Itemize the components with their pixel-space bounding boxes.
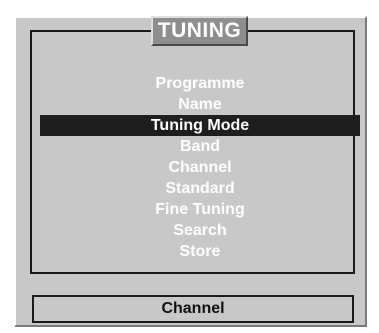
status-value: Channel [161,300,225,317]
menu-list: Programme Name Tuning Mode Band Channel … [40,73,360,262]
menu-item-name[interactable]: Name [40,94,360,115]
menu-item-search[interactable]: Search [40,220,360,241]
status-bar: Channel [32,295,354,323]
menu-item-band[interactable]: Band [40,136,360,157]
tuning-osd-panel: TUNING Programme Name Tuning Mode Band C… [14,16,367,327]
menu-item-standard[interactable]: Standard [40,178,360,199]
menu-title: TUNING [151,16,248,46]
menu-item-channel[interactable]: Channel [40,157,360,178]
menu-item-programme[interactable]: Programme [40,73,360,94]
menu-item-store[interactable]: Store [40,241,360,262]
menu-item-tuning-mode[interactable]: Tuning Mode [40,115,360,136]
menu-item-fine-tuning[interactable]: Fine Tuning [40,199,360,220]
